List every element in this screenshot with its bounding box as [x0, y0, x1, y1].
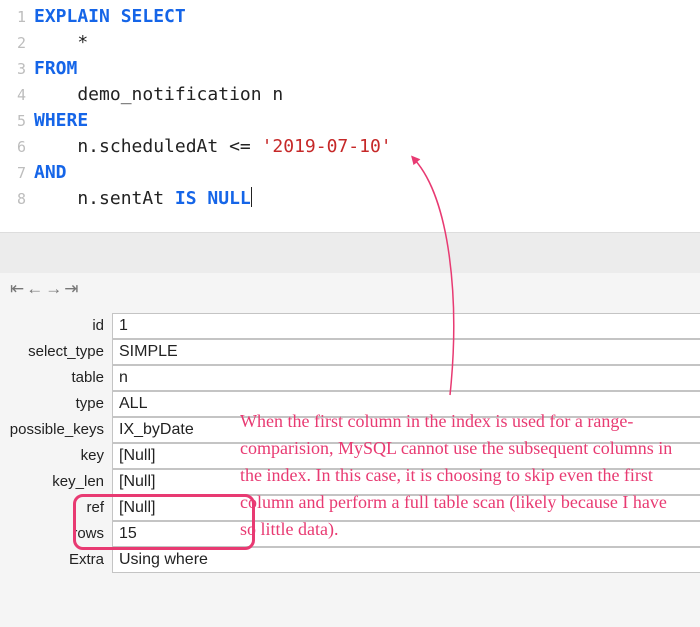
result-field-value[interactable]: SIMPLE: [112, 339, 700, 365]
text-cursor: [251, 187, 252, 207]
result-field-value[interactable]: 1: [112, 313, 700, 339]
code-line: AND: [34, 160, 700, 186]
result-field-label: rows: [0, 521, 112, 547]
panel-divider: [0, 233, 700, 273]
result-field-value[interactable]: [Null]: [112, 443, 700, 469]
result-field-label: id: [0, 313, 112, 339]
next-record-icon[interactable]: →: [45, 279, 62, 299]
result-field-label: table: [0, 365, 112, 391]
code-line: demo_notification n: [34, 82, 700, 108]
result-field-value[interactable]: [Null]: [112, 469, 700, 495]
prev-record-icon[interactable]: ←: [26, 279, 43, 299]
line-number: 5: [0, 108, 26, 134]
result-field-value[interactable]: IX_byDate: [112, 417, 700, 443]
first-record-icon[interactable]: ⇤: [10, 279, 24, 299]
result-navigation: ⇤ ← → ⇥: [0, 273, 700, 313]
result-field-label: type: [0, 391, 112, 417]
result-row: typeALL: [0, 391, 700, 417]
code-line: *: [34, 30, 700, 56]
line-number: 4: [0, 82, 26, 108]
result-row: ExtraUsing where: [0, 547, 700, 573]
result-field-label: select_type: [0, 339, 112, 365]
result-field-value[interactable]: n: [112, 365, 700, 391]
result-row: key[Null]: [0, 443, 700, 469]
line-number: 8: [0, 186, 26, 212]
line-number: 7: [0, 160, 26, 186]
last-record-icon[interactable]: ⇥: [64, 279, 78, 299]
code-line: FROM: [34, 56, 700, 82]
result-field-label: ref: [0, 495, 112, 521]
line-number-gutter: 12345678: [0, 4, 34, 212]
line-number: 6: [0, 134, 26, 160]
result-field-label: key: [0, 443, 112, 469]
result-field-label: key_len: [0, 469, 112, 495]
line-number: 3: [0, 56, 26, 82]
result-field-value[interactable]: 15: [112, 521, 700, 547]
code-line: n.scheduledAt <= '2019-07-10': [34, 134, 700, 160]
code-line: EXPLAIN SELECT: [34, 4, 700, 30]
result-row: ref[Null]: [0, 495, 700, 521]
code-line: WHERE: [34, 108, 700, 134]
result-row: possible_keysIX_byDate: [0, 417, 700, 443]
explain-result-grid: id1select_typeSIMPLEtablentypeALLpossibl…: [0, 313, 700, 573]
sql-editor: 12345678 EXPLAIN SELECT *FROM demo_notif…: [0, 0, 700, 233]
result-field-value[interactable]: Using where: [112, 547, 700, 573]
result-row: tablen: [0, 365, 700, 391]
result-field-value[interactable]: [Null]: [112, 495, 700, 521]
line-number: 1: [0, 4, 26, 30]
result-row: select_typeSIMPLE: [0, 339, 700, 365]
result-row: key_len[Null]: [0, 469, 700, 495]
result-field-label: Extra: [0, 547, 112, 573]
result-field-value[interactable]: ALL: [112, 391, 700, 417]
result-row: rows15: [0, 521, 700, 547]
line-number: 2: [0, 30, 26, 56]
code-line: n.sentAt IS NULL: [34, 186, 700, 212]
result-row: id1: [0, 313, 700, 339]
result-field-label: possible_keys: [0, 417, 112, 443]
sql-code-area[interactable]: EXPLAIN SELECT *FROM demo_notification n…: [34, 4, 700, 212]
